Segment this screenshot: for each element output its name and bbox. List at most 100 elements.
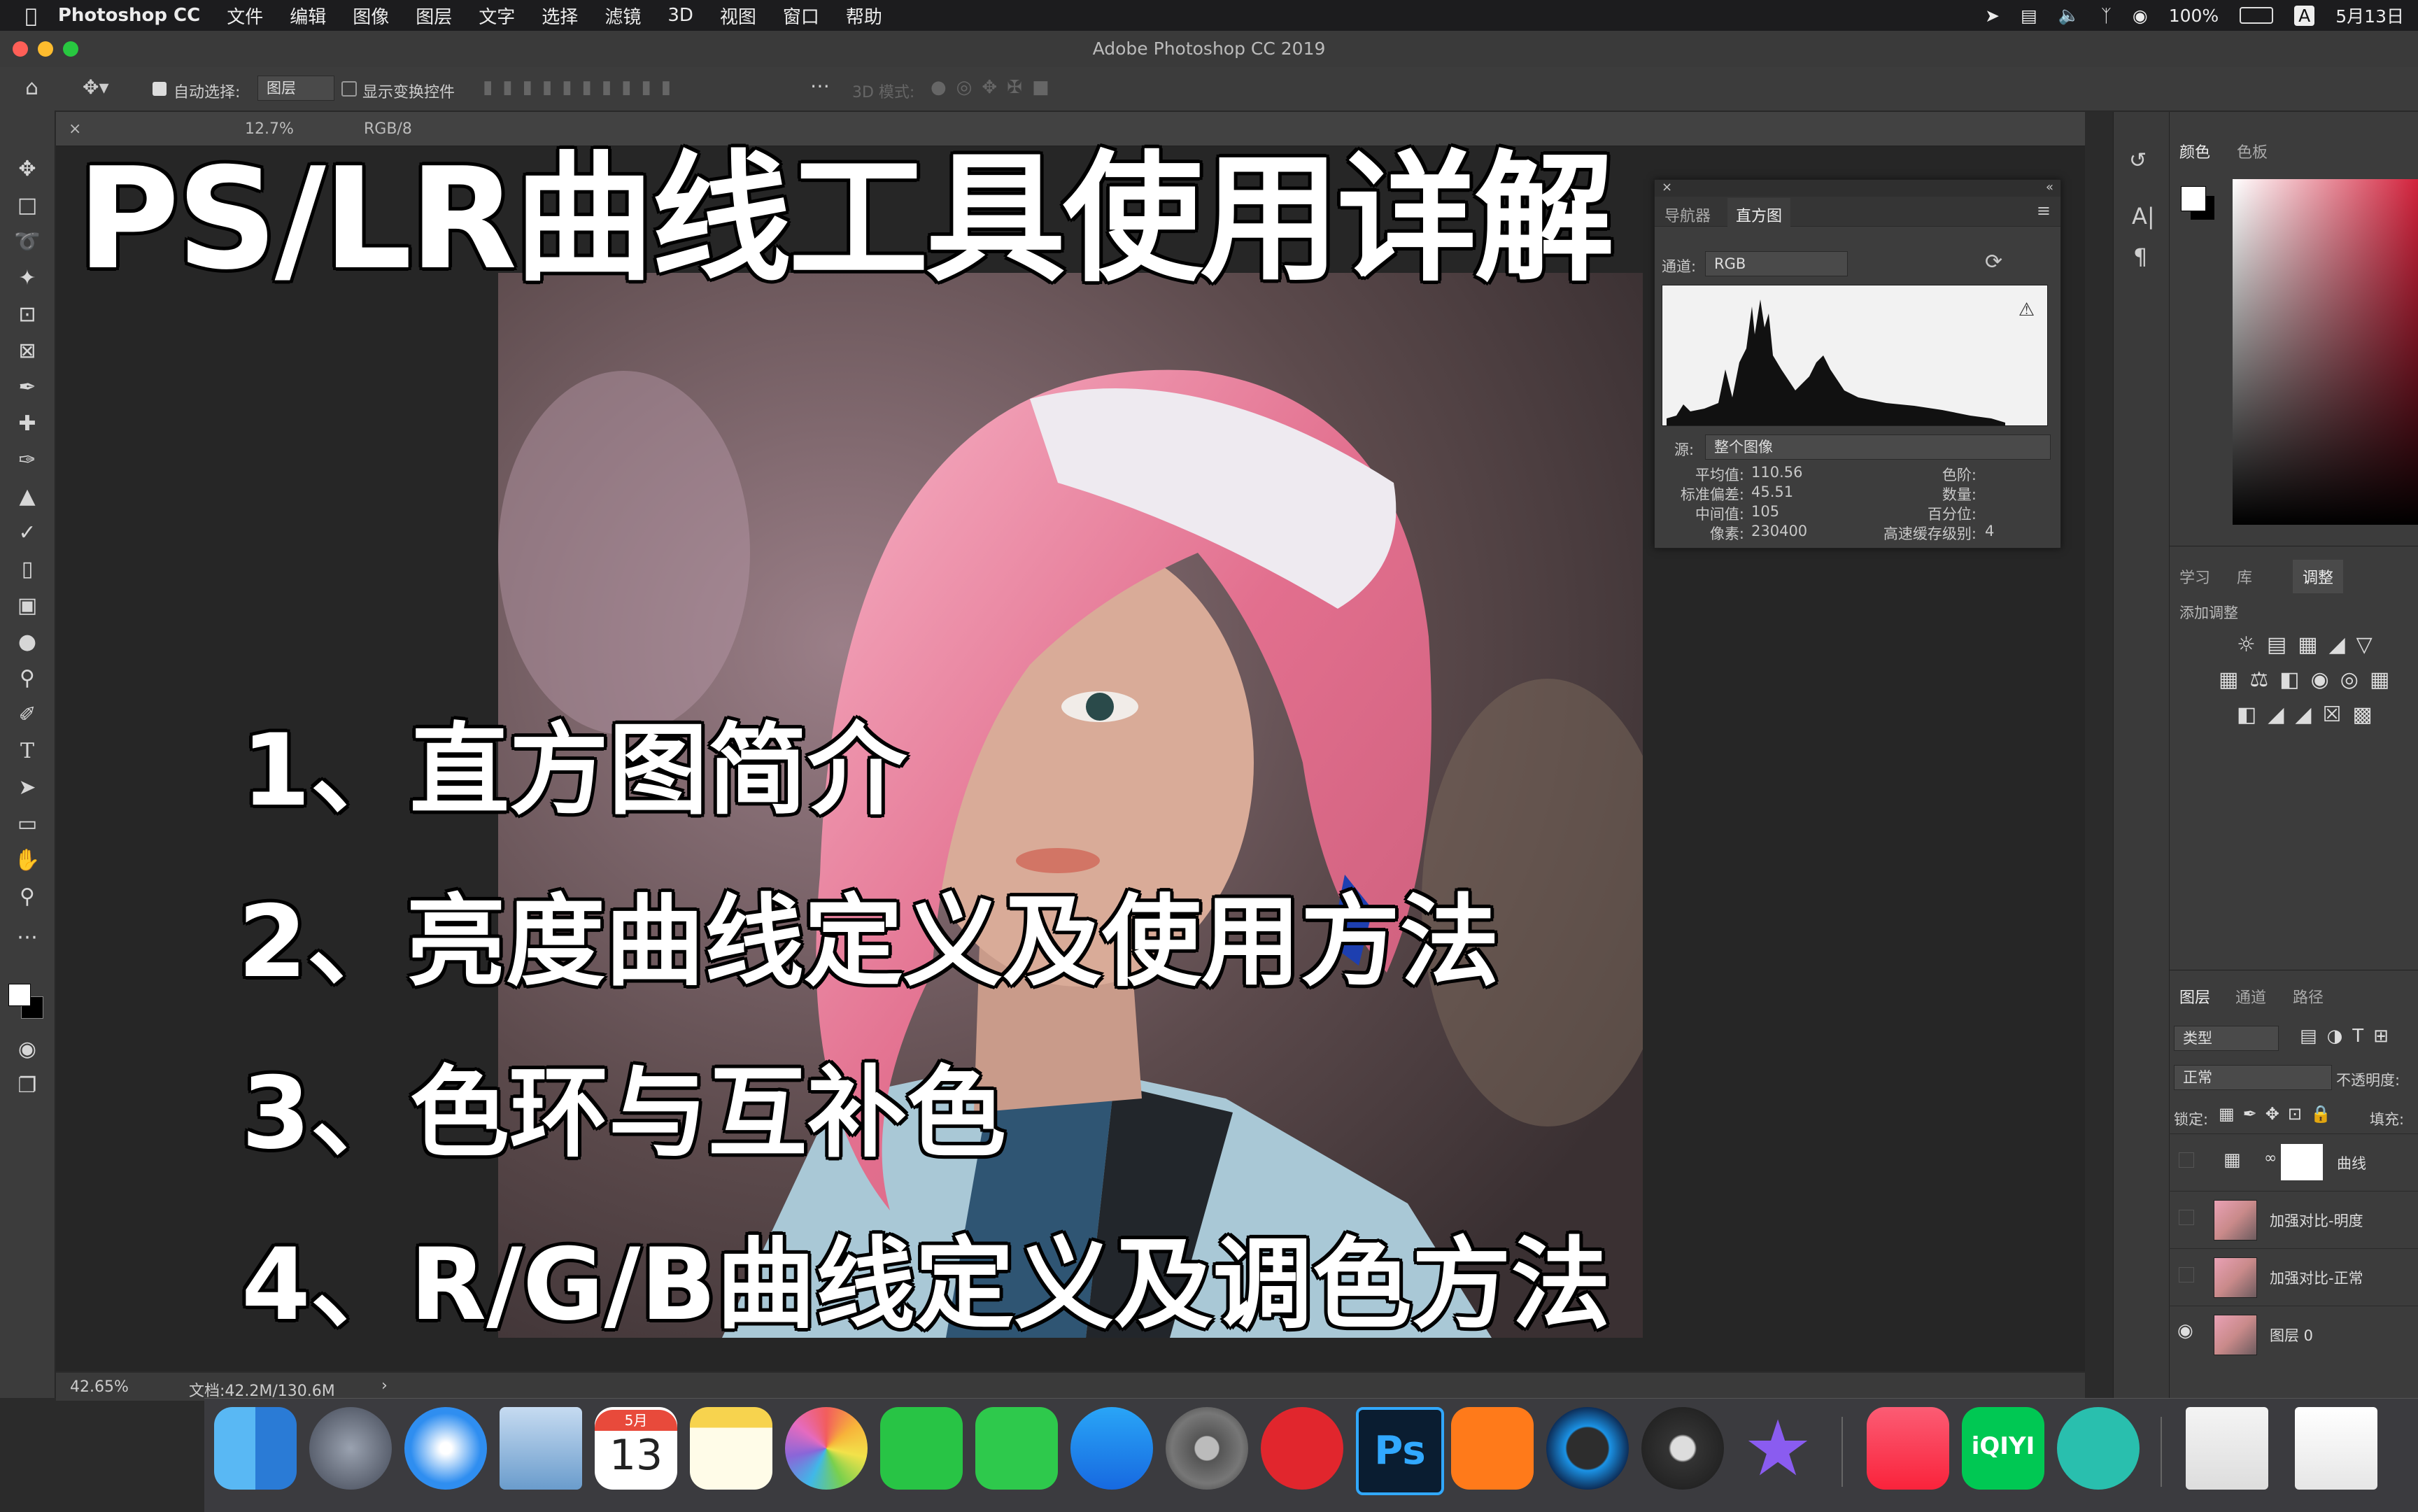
close-panel-icon[interactable]: × [1662,180,1672,195]
brush-tool-icon[interactable]: ✑ [10,445,45,476]
lock-icons[interactable]: ▦✒✥⊡🔒 [2219,1104,2340,1124]
auto-select-dropdown[interactable]: 图层 [257,76,334,101]
tab-adjustments[interactable]: 调整 [2293,560,2344,593]
visibility-toggle[interactable] [2179,1152,2194,1168]
auto-select-checkbox[interactable] [153,82,167,96]
layer-name[interactable]: 曲线 [2337,1152,2366,1173]
screen-mode-icon[interactable]: ❐ [10,1071,45,1101]
send-icon[interactable]: ➤ [1985,6,2000,26]
eye-icon[interactable]: ◉ [2177,1320,2193,1341]
battery-percent[interactable]: 100% [2169,6,2219,26]
layer-row[interactable]: ▦ ∞ 曲线 [2169,1133,2418,1189]
menubar-date[interactable]: 5月13日 [2335,3,2404,28]
pen-tool-icon[interactable]: ✐ [10,700,45,730]
marquee-tool-icon[interactable]: □ [10,190,45,221]
tab-channels[interactable]: 通道 [2235,985,2266,1008]
collapse-panel-icon[interactable]: « [2046,180,2053,195]
move-tool-icon[interactable]: ✥ [10,154,45,185]
launchpad-icon[interactable] [309,1407,392,1490]
adjustment-icons-row2[interactable]: ▦⚖◧◉◎▦ [2219,667,2401,692]
healing-brush-icon[interactable]: ✚ [10,409,45,439]
warning-icon[interactable]: ⚠ [2018,299,2035,320]
eyedropper-tool-icon[interactable]: ✒ [10,372,45,403]
imovie-icon[interactable]: ★ [1737,1407,1819,1490]
character-panel-icon[interactable]: A| [2132,203,2155,229]
bluetooth-icon[interactable]: ᛉ [2101,6,2112,26]
menu-type[interactable]: 文字 [479,3,515,29]
finder-icon[interactable] [214,1407,297,1490]
type-tool-icon[interactable]: T [10,736,45,767]
volume-icon[interactable]: 🔈 [2058,5,2080,26]
layer-mask-thumb[interactable] [2281,1144,2323,1180]
mango-tv-icon[interactable] [1451,1407,1534,1490]
safari-icon[interactable] [404,1407,487,1490]
tab-navigator[interactable]: 导航器 [1664,204,1711,226]
dodge-tool-icon[interactable]: ⚲ [10,663,45,694]
menu-view[interactable]: 视图 [720,3,756,29]
zoom-tool-icon[interactable]: ⚲ [10,882,45,912]
foreground-color-swatch[interactable] [8,984,31,1006]
rectangle-tool-icon[interactable]: ▭ [10,809,45,840]
tab-histogram[interactable]: 直方图 [1727,198,1791,232]
layer-name[interactable]: 图层 0 [2270,1324,2313,1345]
layer-name[interactable]: 加强对比-明度 [2270,1210,2363,1231]
layer-row[interactable]: 加强对比-正常 [2169,1248,2418,1303]
tab-color[interactable]: 颜色 [2179,140,2210,162]
frame-tool-icon[interactable]: ⊠ [10,336,45,367]
align-buttons-icon[interactable]: ▮▮▮▮▮▮▮▮▮▮ [483,77,681,98]
menu-window[interactable]: 窗口 [783,3,819,29]
facetime-icon[interactable] [975,1407,1058,1490]
hand-tool-icon[interactable]: ✋ [10,845,45,876]
paragraph-panel-icon[interactable]: ¶ [2133,243,2147,270]
system-preferences-icon[interactable] [1166,1407,1248,1490]
gradient-tool-icon[interactable]: ▣ [10,591,45,621]
quick-select-tool-icon[interactable]: ✦ [10,263,45,294]
menu-layer[interactable]: 图层 [416,3,452,29]
layer-row[interactable]: 加强对比-明度 [2169,1191,2418,1246]
app-menu[interactable]: Photoshop CC [58,5,200,26]
zoom-level[interactable]: 42.65% [70,1378,129,1396]
refresh-icon[interactable]: ⟳ [1985,250,2002,274]
more-tools-icon[interactable]: ⋯ [10,922,45,953]
tab-swatches[interactable]: 色板 [2237,140,2268,162]
menu-select[interactable]: 选择 [542,3,578,29]
menu-edit[interactable]: 编辑 [290,3,326,29]
3d-tools-icon[interactable]: ●◎✥✠■ [931,77,1059,98]
fg-color-chip[interactable] [2181,186,2206,211]
app-store-icon[interactable] [1070,1407,1153,1490]
layer-filter-icons[interactable]: ▤◑T⊞ [2300,1026,2398,1047]
adjustment-icons-row3[interactable]: ◧◢◢☒▩ [2237,702,2384,727]
drive-icon[interactable]: ▤ [2021,6,2037,26]
lasso-tool-icon[interactable]: ➰ [10,227,45,257]
tab-layers[interactable]: 图层 [2179,985,2210,1008]
tab-libraries[interactable]: 库 [2237,565,2252,588]
music-icon[interactable] [1867,1407,1949,1490]
blur-tool-icon[interactable]: ● [10,627,45,658]
blend-mode-dropdown[interactable]: 正常 [2174,1065,2332,1090]
screenshot-document-icon[interactable] [2295,1407,2377,1490]
iqiyi-icon[interactable]: iQIYI [1962,1407,2044,1490]
home-icon[interactable]: ⌂ [25,76,38,100]
history-panel-icon[interactable]: ↺ [2129,148,2147,173]
mail-icon[interactable] [500,1407,582,1490]
more-options-icon[interactable]: ⋯ [810,74,830,97]
menu-3d[interactable]: 3D [667,5,693,26]
panel-menu-icon[interactable]: ≡ [2037,201,2051,220]
crop-tool-icon[interactable]: ⊡ [10,299,45,330]
menu-filter[interactable]: 滤镜 [604,3,641,29]
layer-name[interactable]: 加强对比-正常 [2270,1267,2363,1288]
source-dropdown[interactable]: 整个图像 [1705,434,2051,460]
color-picker-field[interactable] [2233,179,2418,525]
battery-icon[interactable] [2240,7,2274,24]
menu-image[interactable]: 图像 [353,3,389,29]
visibility-toggle[interactable] [2179,1210,2194,1225]
photoshop-icon[interactable]: Ps [1356,1407,1444,1495]
show-transform-checkbox[interactable] [341,81,357,97]
tab-paths[interactable]: 路径 [2293,985,2324,1008]
photos-icon[interactable] [785,1407,868,1490]
visibility-toggle[interactable] [2179,1267,2194,1283]
layer-row[interactable]: ◉ 图层 0 [2169,1306,2418,1361]
brain-app-icon[interactable] [2057,1407,2140,1490]
notes-icon[interactable] [690,1407,772,1490]
layer-filter-dropdown[interactable]: 类型 [2174,1026,2279,1051]
